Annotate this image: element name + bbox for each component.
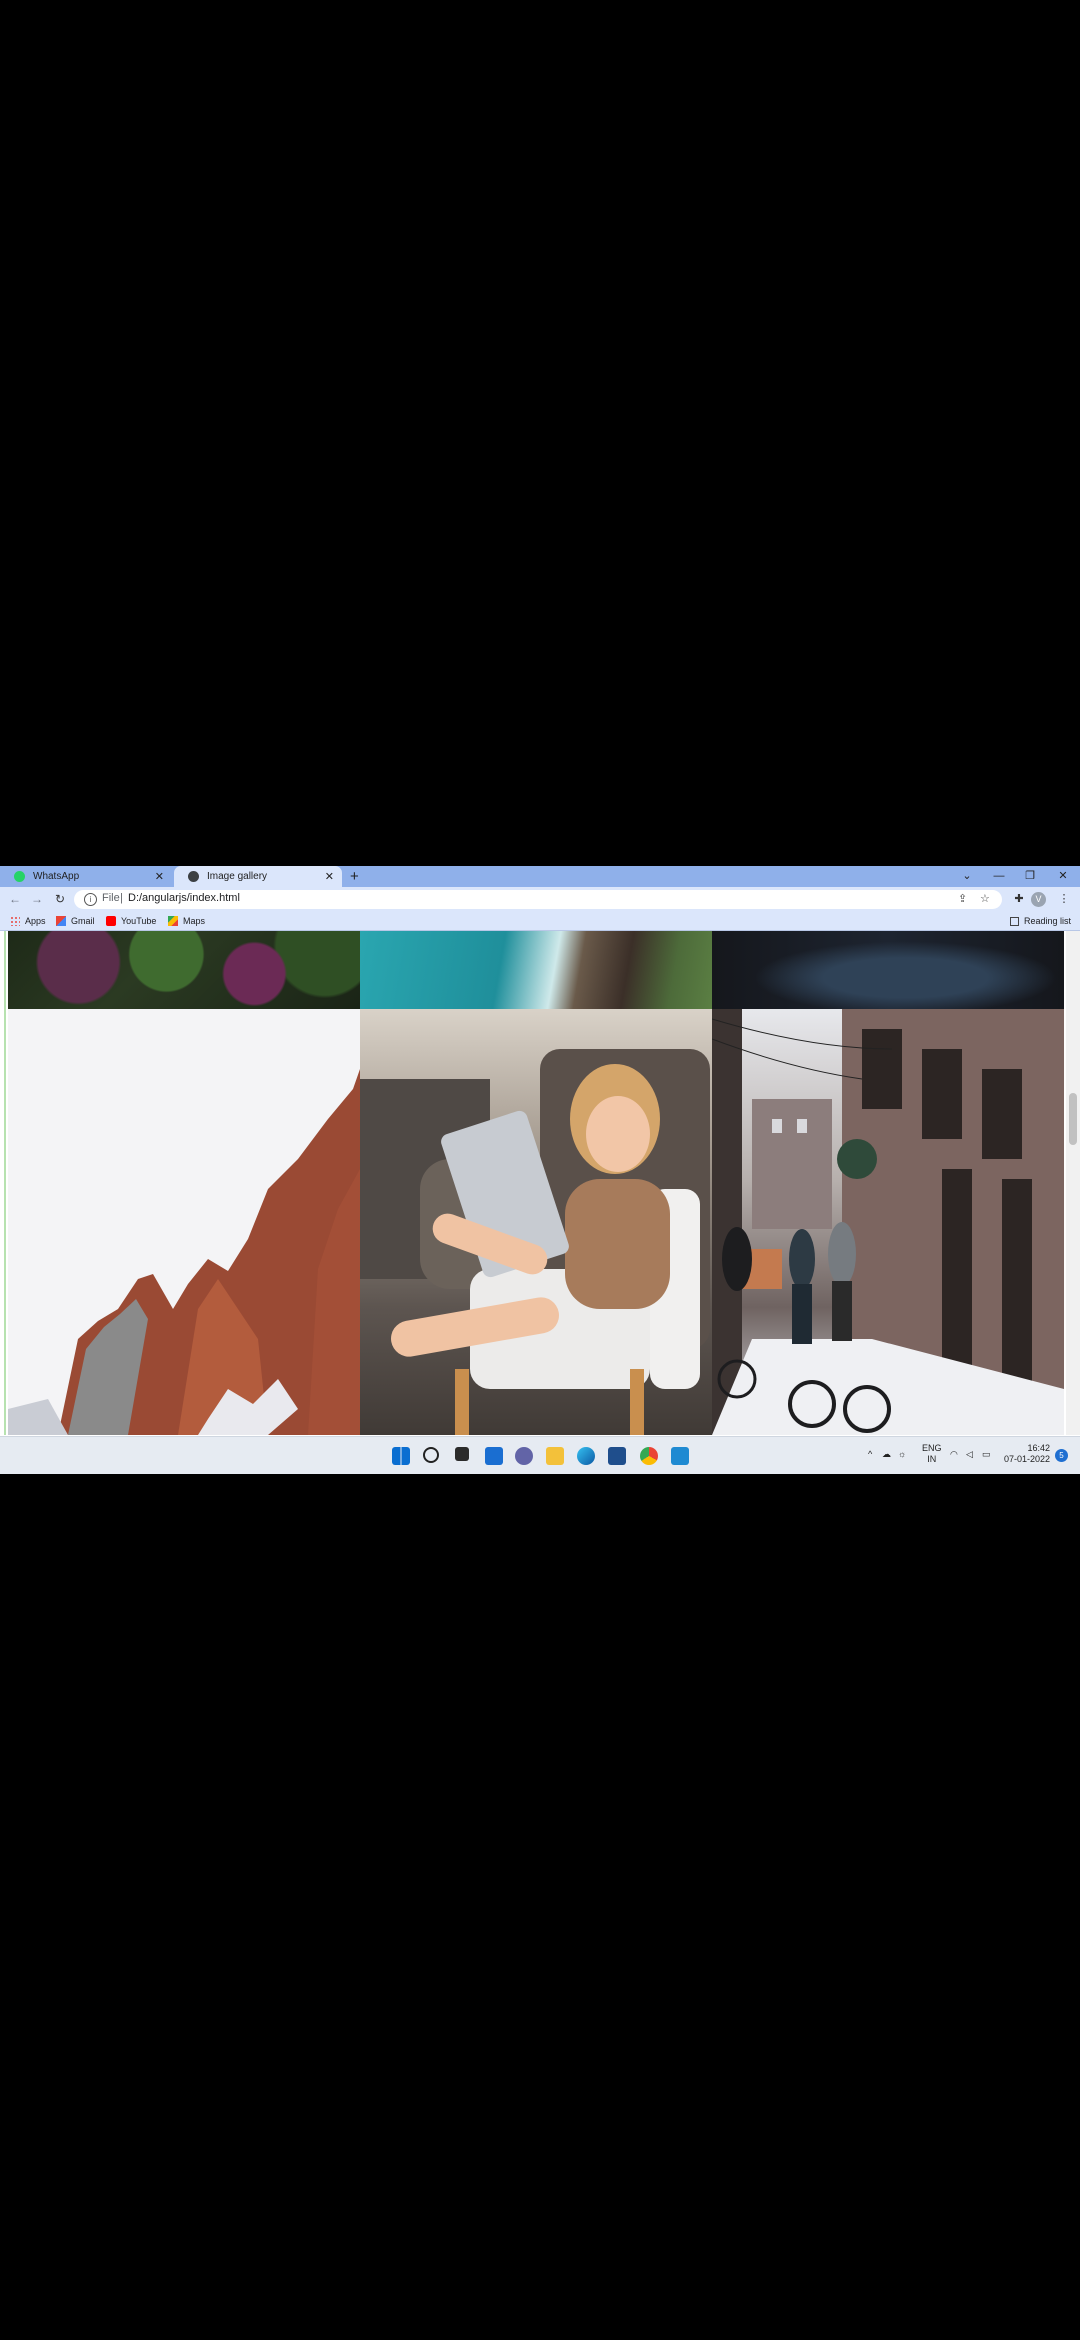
language-code: ENG bbox=[922, 1443, 942, 1453]
child-tablet-photo[interactable] bbox=[360, 1009, 712, 1435]
separator: | bbox=[120, 892, 123, 904]
reading-list-label: Reading list bbox=[1024, 916, 1072, 926]
screen: WhatsApp ✕ Image gallery ✕ + ⌄ — ❐ ✕ ← →… bbox=[0, 866, 1080, 1474]
bookmark-apps[interactable]: Apps bbox=[10, 914, 46, 928]
file-explorer-icon[interactable] bbox=[546, 1447, 564, 1465]
maps-icon bbox=[168, 916, 178, 926]
tab-search-icon[interactable]: ⌄ bbox=[956, 866, 978, 887]
vscode-icon[interactable] bbox=[671, 1447, 689, 1465]
battery-icon[interactable]: ▭ bbox=[982, 1449, 991, 1460]
globe-icon bbox=[188, 871, 199, 882]
address-bar[interactable]: i File | D:/angularjs/index.html ⇪ ☆ bbox=[74, 890, 1002, 909]
bookmark-youtube[interactable]: YouTube bbox=[106, 914, 156, 928]
tab-label: Image gallery bbox=[207, 871, 268, 882]
info-icon[interactable]: i bbox=[84, 893, 97, 906]
page-scrollbar[interactable] bbox=[1066, 931, 1080, 1435]
page-content bbox=[0, 931, 1080, 1435]
bookmark-label: Maps bbox=[183, 916, 206, 926]
child-tablet-illustration bbox=[360, 1049, 710, 1435]
mountain-photo[interactable] bbox=[8, 1009, 360, 1435]
apps-grid-icon bbox=[10, 916, 20, 926]
reading-list-icon bbox=[1010, 916, 1019, 926]
weather-icon[interactable]: ☼ bbox=[898, 1449, 906, 1459]
time-text: 16:42 bbox=[1027, 1443, 1050, 1453]
scheme-label: File bbox=[102, 892, 120, 904]
clock[interactable]: 16:42 07-01-2022 bbox=[1002, 1443, 1050, 1465]
store-icon[interactable] bbox=[608, 1447, 626, 1465]
menu-icon[interactable]: ⋮ bbox=[1055, 890, 1073, 908]
search-icon[interactable] bbox=[423, 1447, 439, 1463]
reading-list[interactable]: Reading list bbox=[1010, 914, 1071, 928]
windows-start-icon[interactable] bbox=[392, 1447, 410, 1465]
bookmark-maps[interactable]: Maps bbox=[168, 914, 205, 928]
teams-chat-icon[interactable] bbox=[515, 1447, 533, 1465]
mountain-illustration bbox=[8, 1069, 360, 1435]
ocean-cliffs-photo[interactable] bbox=[360, 931, 712, 1009]
windows-taskbar: ^ ☁ ☼ ENG IN ◠ ◁ ▭ 16:42 07-01-2022 5 bbox=[0, 1436, 1080, 1474]
widgets-icon[interactable] bbox=[485, 1447, 503, 1465]
dark-photo[interactable] bbox=[712, 931, 1064, 1009]
share-icon[interactable]: ⇪ bbox=[958, 892, 967, 905]
close-tab-icon[interactable]: ✕ bbox=[155, 870, 164, 883]
snowy-street-illustration bbox=[712, 1009, 1064, 1435]
notification-badge[interactable]: 5 bbox=[1055, 1449, 1068, 1462]
bookmarks-bar: Apps Gmail YouTube Maps Reading list bbox=[0, 912, 1080, 931]
language-indicator[interactable]: ENG IN bbox=[922, 1443, 942, 1465]
extensions-icon[interactable]: ✚ bbox=[1010, 890, 1028, 908]
whatsapp-icon bbox=[14, 871, 25, 882]
chrome-icon[interactable] bbox=[640, 1447, 658, 1465]
title-bar: WhatsApp ✕ Image gallery ✕ + ⌄ — ❐ ✕ bbox=[0, 866, 1080, 887]
bookmark-star-icon[interactable]: ☆ bbox=[980, 892, 990, 905]
edge-icon[interactable] bbox=[577, 1447, 595, 1465]
tab-whatsapp[interactable]: WhatsApp ✕ bbox=[0, 866, 172, 887]
tab-label: WhatsApp bbox=[33, 871, 80, 882]
close-window-button[interactable]: ✕ bbox=[1052, 866, 1074, 887]
minimize-button[interactable]: — bbox=[988, 866, 1010, 887]
wifi-icon[interactable]: ◠ bbox=[950, 1449, 958, 1460]
new-tab-button[interactable]: + bbox=[350, 866, 359, 887]
onedrive-icon[interactable]: ☁ bbox=[882, 1449, 891, 1460]
reload-icon[interactable]: ↻ bbox=[50, 889, 70, 909]
close-tab-icon[interactable]: ✕ bbox=[325, 870, 334, 883]
scrollbar-thumb[interactable] bbox=[1069, 1093, 1077, 1145]
gmail-icon bbox=[56, 916, 66, 926]
youtube-icon bbox=[106, 916, 116, 926]
bookmark-gmail[interactable]: Gmail bbox=[56, 914, 95, 928]
maximize-button[interactable]: ❐ bbox=[1019, 866, 1041, 887]
browser-toolbar: ← → ↻ i File | D:/angularjs/index.html ⇪… bbox=[0, 887, 1080, 912]
chevron-up-icon[interactable]: ^ bbox=[868, 1449, 872, 1459]
plants-photo[interactable] bbox=[8, 931, 360, 1009]
url-text[interactable]: D:/angularjs/index.html bbox=[128, 892, 240, 904]
snowy-street-photo[interactable] bbox=[712, 1009, 1064, 1435]
task-view-icon[interactable] bbox=[455, 1447, 469, 1461]
bookmark-label: Gmail bbox=[71, 916, 95, 926]
volume-icon[interactable]: ◁ bbox=[966, 1449, 973, 1460]
bookmark-label: YouTube bbox=[121, 916, 157, 926]
forward-arrow-icon[interactable]: → bbox=[27, 889, 47, 909]
tab-image-gallery[interactable]: Image gallery ✕ bbox=[174, 866, 342, 887]
back-arrow-icon[interactable]: ← bbox=[5, 889, 25, 909]
bookmark-label: Apps bbox=[25, 916, 46, 926]
region-code: IN bbox=[927, 1454, 937, 1464]
date-text: 07-01-2022 bbox=[1003, 1454, 1050, 1464]
profile-avatar[interactable]: V bbox=[1031, 892, 1046, 907]
